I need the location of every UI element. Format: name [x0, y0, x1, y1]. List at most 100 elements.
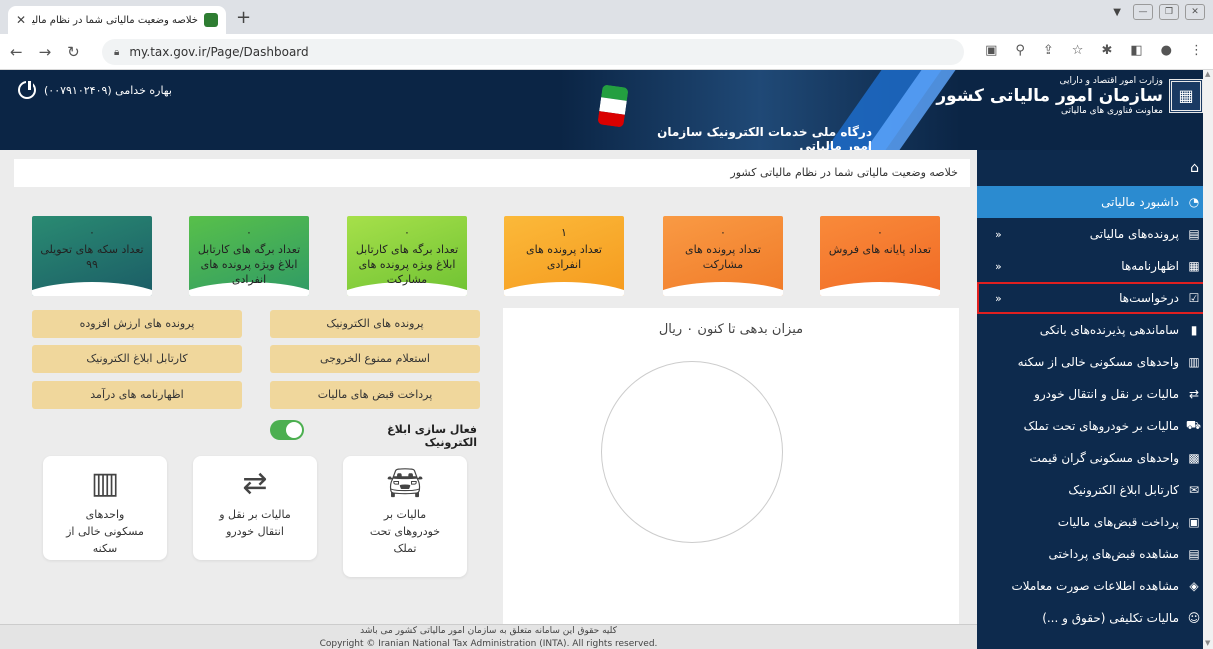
stat-card-individual-files[interactable]: ۱ تعداد پرونده های انفرادی	[504, 216, 624, 296]
stat-value: ۰	[720, 226, 726, 239]
stat-card-pos[interactable]: ۰ تعداد پایانه های فروش	[820, 216, 940, 296]
exit-ban-inquiry-button[interactable]: استعلام ممنوع الخروجی	[270, 345, 480, 373]
sidebar-item[interactable]: ▤ پرونده‌های مالیاتی «	[977, 218, 1213, 250]
stat-card-coins[interactable]: ۰ تعداد سکه های تحویلی ۹۹	[32, 216, 152, 296]
tab-title: خلاصه وضعیت مالیاتی شما در نظام مالیاتی	[32, 14, 198, 26]
stat-card-partnership-files[interactable]: ۰ تعداد پرونده های مشارکت	[663, 216, 783, 296]
user-info: بهاره خدامی (۰۰۷۹۱۰۲۴۰۹)	[18, 79, 172, 99]
portal-title: درگاه ملی خدمات الکترونیک سازمان امور ما…	[657, 125, 872, 150]
sidebar-item-label: کارتابل ابلاغ الکترونیک	[1068, 483, 1179, 497]
emblem-icon: ▦	[1169, 79, 1203, 113]
bookmark-star-icon[interactable]: ☆	[1072, 43, 1084, 58]
close-tab-icon[interactable]: ✕	[16, 13, 26, 27]
extensions-icon[interactable]: ✱	[1101, 43, 1112, 58]
car-icon: ⛟	[1185, 418, 1201, 432]
electronic-files-button[interactable]: پرونده های الکترونیک	[270, 310, 480, 338]
stat-card-cartable-partnership[interactable]: ۰ تعداد برگه های کارتابل ابلاغ ویژه پرون…	[347, 216, 467, 296]
site-favicon-icon	[204, 13, 218, 27]
expand-arrow-icon[interactable]: «	[995, 228, 1002, 241]
e-notice-toggle[interactable]	[270, 420, 304, 440]
sidebar-item[interactable]: ✉ کارتابل ابلاغ الکترونیک	[977, 474, 1213, 506]
minimize-icon[interactable]: —	[1133, 4, 1153, 20]
new-tab-button[interactable]: +	[236, 7, 251, 28]
logo-deputy: معاونت فناوری های مالیاتی	[1061, 106, 1163, 116]
sidebar-item[interactable]: ▦ اظهارنامه‌ها «	[977, 250, 1213, 282]
transactions-icon: ◈	[1189, 579, 1199, 593]
user-name: بهاره خدامی (۰۰۷۹۱۰۲۴۰۹)	[44, 83, 172, 97]
iran-flag-icon	[597, 84, 629, 128]
sidebar-item[interactable]: ☺ مالیات تکلیفی (حقوق و ...)	[977, 602, 1213, 634]
cartable-button[interactable]: کارتابل ابلاغ الکترونیک	[32, 345, 242, 373]
sidebar-item[interactable]: ▣ پرداخت قبض‌های مالیات	[977, 506, 1213, 538]
footer: کلیه حقوق این سامانه متعلق به سازمان امو…	[0, 624, 977, 649]
stat-label: تعداد برگه های کارتابل ابلاغ ویژه پرونده…	[197, 243, 301, 286]
close-window-icon[interactable]: ✕	[1185, 4, 1205, 20]
debt-donut-chart	[601, 361, 783, 543]
share-icon[interactable]: ⇪	[1043, 43, 1054, 58]
stat-label: تعداد پایانه های فروش	[828, 243, 932, 256]
reload-icon[interactable]: ↻	[67, 43, 80, 61]
request-icon: ☑	[1188, 291, 1200, 305]
stat-value: ۰	[877, 226, 883, 239]
scroll-down-icon[interactable]: ▼	[1205, 639, 1210, 647]
stat-value: ۰	[89, 226, 95, 239]
sidebar-item-label: ساماندهی پذیرنده‌های بانکی	[1039, 323, 1179, 337]
folders-icon: ▤	[1188, 227, 1200, 241]
sidebar-item[interactable]: ◈ مشاهده اطلاعات صورت معاملات	[977, 570, 1213, 602]
pay-bills-button[interactable]: پرداخت قبض های مالیات	[270, 381, 480, 409]
back-icon[interactable]: ←	[10, 43, 23, 61]
income-returns-button[interactable]: اظهارنامه های درآمد	[32, 381, 242, 409]
address-bar[interactable]: 🔒︎ my.tax.gov.ir/Page/Dashboard	[102, 39, 964, 65]
profile-icon[interactable]: ●	[1161, 43, 1172, 58]
tile-owned-cars-tax[interactable]: 🚘︎ مالیات بر خودروهای تحت تملک	[343, 456, 467, 577]
url-text: my.tax.gov.ir/Page/Dashboard	[129, 45, 309, 59]
sidebar-item-label: واحدهای مسکونی گران قیمت	[1029, 451, 1179, 465]
translate-icon[interactable]: ▣	[985, 43, 997, 58]
zoom-icon[interactable]: ⚲	[1015, 43, 1025, 58]
sidebar-item-label: مشاهده اطلاعات صورت معاملات	[1011, 579, 1179, 593]
tile-vacant-houses[interactable]: ▥ واحدهای مسکونی خالی از سکنه	[43, 456, 167, 560]
logo-org: سازمان امور مالیاتی کشور	[936, 86, 1163, 106]
breadcrumb: خلاصه وضعیت مالیاتی شما در نظام مالیاتی …	[14, 159, 970, 187]
receipt-icon: ▤	[1188, 547, 1200, 561]
sidebar-item[interactable]: ▥ واحدهای مسکونی خالی از سکنه	[977, 346, 1213, 378]
scroll-up-icon[interactable]: ▲	[1205, 70, 1210, 78]
expand-arrow-icon[interactable]: «	[995, 292, 1002, 305]
side-panel-icon[interactable]: ◧	[1130, 43, 1142, 58]
maximize-icon[interactable]: ❐	[1159, 4, 1179, 20]
home-icon[interactable]: ⌂	[977, 150, 1213, 186]
sidebar-item-label: پرونده‌های مالیاتی	[1089, 227, 1179, 241]
stat-card-cartable-individual[interactable]: ۰ تعداد برگه های کارتابل ابلاغ ویژه پرون…	[189, 216, 309, 296]
sidebar-item[interactable]: ⇄ مالیات بر نقل و انتقال خودرو	[977, 378, 1213, 410]
site-header: درگاه ملی خدمات الکترونیک سازمان امور ما…	[0, 70, 1213, 150]
sidebar-item[interactable]: ▩ واحدهای مسکونی گران قیمت	[977, 442, 1213, 474]
expand-arrow-icon[interactable]: «	[995, 260, 1002, 273]
stat-label: تعداد پرونده های مشارکت	[685, 243, 761, 271]
tile-label: مالیات بر نقل و انتقال خودرو	[219, 508, 291, 538]
menu-kebab-icon[interactable]: ⋮	[1190, 43, 1203, 58]
sidebar-item[interactable]: ⛟ مالیات بر خودروهای تحت تملک	[977, 410, 1213, 442]
main-content: خلاصه وضعیت مالیاتی شما در نظام مالیاتی …	[0, 150, 977, 649]
debt-title: میزان بدهی تا کنون ۰ ریال	[658, 322, 804, 337]
payment-icon: ▣	[1188, 515, 1200, 529]
tab-search-icon[interactable]: ▼	[1113, 7, 1121, 18]
car-transfer-icon: ⇄	[242, 466, 268, 501]
browser-tab[interactable]: خلاصه وضعیت مالیاتی شما در نظام مالیاتی …	[8, 6, 226, 34]
building-icon: ▥	[90, 466, 120, 501]
sidebar-item[interactable]: ◔ داشبورد مالیاتی	[977, 186, 1213, 218]
sidebar-item-label: مالیات بر نقل و انتقال خودرو	[1034, 387, 1179, 401]
tile-car-transfer-tax[interactable]: ⇄ مالیات بر نقل و انتقال خودرو	[193, 456, 317, 560]
stat-value: ۱	[561, 226, 567, 239]
sidebar-item-label: واحدهای مسکونی خالی از سکنه	[1017, 355, 1179, 369]
page-scrollbar[interactable]: ▲ ▼	[1203, 70, 1213, 649]
inta-logo[interactable]: ▦ وزارت امور اقتصاد و دارایی سازمان امور…	[936, 76, 1203, 116]
window-controls: ▼ — ❐ ✕	[1113, 4, 1205, 20]
sidebar-item[interactable]: ☑ درخواست‌ها «	[977, 282, 1213, 314]
vat-files-button[interactable]: پرونده های ارزش افزوده	[32, 310, 242, 338]
sidebar-item-label: داشبورد مالیاتی	[1101, 195, 1179, 209]
car-transfer-icon: ⇄	[1188, 387, 1200, 401]
sidebar-item[interactable]: ▤ مشاهده قبض‌های پرداختی	[977, 538, 1213, 570]
logout-power-icon[interactable]	[18, 79, 36, 99]
forward-icon[interactable]: →	[39, 43, 52, 61]
sidebar-item[interactable]: ▮ ساماندهی پذیرنده‌های بانکی	[977, 314, 1213, 346]
